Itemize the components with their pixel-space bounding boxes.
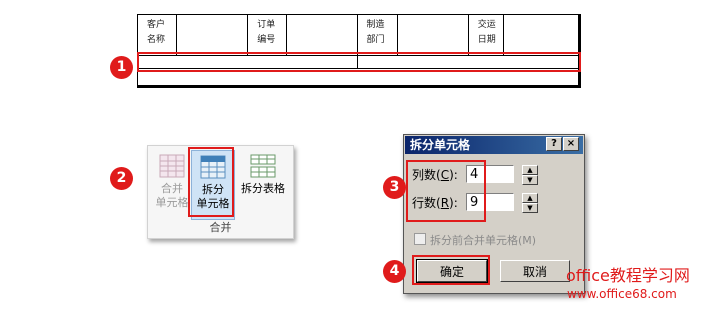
merge-before-split-checkbox xyxy=(414,233,426,245)
merge-before-split-label: 拆分前合并单元格(M) xyxy=(430,234,537,247)
header-line: 编号 xyxy=(257,35,276,45)
header-line: 交运 xyxy=(477,20,496,30)
step-marker-4: 4 xyxy=(383,260,406,283)
spin-down-icon[interactable]: ▼ xyxy=(522,175,538,185)
columns-spinner[interactable]: ▲ ▼ xyxy=(522,165,538,185)
ok-highlight xyxy=(412,255,490,285)
split-cells-highlight xyxy=(188,147,234,217)
rows-spinner[interactable]: ▲ ▼ xyxy=(522,193,538,213)
split-table-label: 拆分表格 xyxy=(241,182,285,195)
table-cell[interactable]: 制造 部门 xyxy=(356,14,398,56)
header-line: 客户 xyxy=(147,20,166,30)
header-line: 部门 xyxy=(366,35,385,45)
spin-up-icon[interactable]: ▲ xyxy=(522,193,538,203)
help-button[interactable]: ? xyxy=(546,137,562,151)
spin-down-icon[interactable]: ▼ xyxy=(522,203,538,213)
fields-highlight xyxy=(406,160,486,222)
step-marker-1: 1 xyxy=(110,56,133,79)
watermark-url: www.office68.com xyxy=(567,287,677,301)
table-cell[interactable]: 交运 日期 xyxy=(467,14,505,56)
watermark-title: office教程学习网 xyxy=(566,266,690,285)
merge-cells-icon xyxy=(159,154,185,178)
header-line: 名称 xyxy=(147,35,166,45)
merge-before-split-option: 拆分前合并单元格(M) xyxy=(414,232,536,248)
step-marker-3: 3 xyxy=(383,176,406,199)
dialog-title: 拆分单元格 xyxy=(410,138,471,152)
selection-highlight xyxy=(137,52,581,72)
table-cell[interactable] xyxy=(176,14,249,56)
spin-up-icon[interactable]: ▲ xyxy=(522,165,538,175)
header-line: 日期 xyxy=(477,35,496,45)
header-line: 制造 xyxy=(366,20,385,30)
split-table-button[interactable]: 拆分表格 xyxy=(236,150,290,220)
close-button[interactable]: × xyxy=(563,137,579,151)
table-cell[interactable] xyxy=(396,14,469,56)
ribbon-group-label: 合并 xyxy=(209,221,232,234)
cancel-button[interactable]: 取消 xyxy=(500,260,570,282)
document-table: 客户名称 订单编号 制造部门 交运日期 xyxy=(136,14,581,88)
table-cell[interactable] xyxy=(285,14,358,56)
split-table-icon xyxy=(250,154,276,178)
table-cell[interactable] xyxy=(503,14,580,56)
table-cell[interactable]: 订单 编号 xyxy=(247,14,287,56)
header-line: 订单 xyxy=(257,20,276,30)
step-marker-2: 2 xyxy=(110,167,133,190)
table-cell[interactable]: 客户 名称 xyxy=(136,14,178,56)
